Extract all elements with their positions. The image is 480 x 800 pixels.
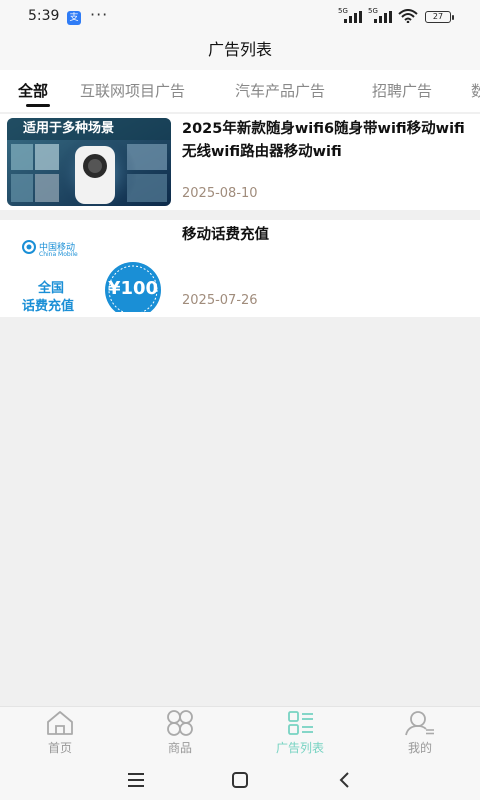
page-title: 广告列表 bbox=[207, 40, 272, 59]
ad-image-caption: 适用于多种场景 bbox=[7, 118, 171, 140]
grid-icon bbox=[167, 710, 193, 736]
home-square-icon[interactable] bbox=[225, 768, 255, 792]
ad-image: 中国移动 China Mobile 全国 话费充值 ¥100 bbox=[7, 224, 171, 312]
wifi-icon bbox=[398, 9, 418, 23]
tab-internet-projects[interactable]: 互联网项目广告 bbox=[80, 80, 185, 101]
tab-car-products[interactable]: 汽车产品广告 bbox=[235, 80, 325, 101]
nav-mine[interactable]: 我的 bbox=[380, 709, 460, 756]
promo-amount: ¥100 bbox=[107, 278, 159, 299]
ad-image: 适用于多种场景 bbox=[7, 118, 171, 206]
tab-recruitment[interactable]: 招聘广告 bbox=[372, 80, 432, 101]
nav-products[interactable]: 商品 bbox=[140, 709, 220, 756]
category-tabs: 全部 互联网项目广告 汽车产品广告 招聘广告 数 bbox=[0, 70, 480, 112]
promo-line2: 话费充值 bbox=[22, 299, 75, 312]
nav-products-label: 商品 bbox=[167, 741, 192, 755]
tab-all[interactable]: 全部 bbox=[18, 80, 48, 101]
status-time: 5:39 bbox=[28, 8, 60, 24]
tab-more[interactable]: 数 bbox=[471, 80, 480, 101]
ad-date: 2025-07-26 bbox=[182, 293, 258, 308]
system-nav-bar bbox=[0, 760, 480, 800]
tab-indicator bbox=[26, 104, 50, 107]
nav-ad-list[interactable]: 广告列表 bbox=[260, 709, 340, 756]
ad-date: 2025-08-10 bbox=[182, 186, 258, 201]
battery-icon: 27 bbox=[425, 11, 454, 23]
promo-line1: 全国 bbox=[38, 281, 65, 296]
alipay-notification-icon: 支 bbox=[67, 11, 81, 25]
more-notifications-icon: ··· bbox=[90, 5, 109, 24]
title-bar: 广告列表 bbox=[0, 34, 480, 70]
ad-title: 移动话费充值 bbox=[182, 227, 269, 243]
nav-mine-label: 我的 bbox=[407, 741, 432, 755]
nav-home[interactable]: 首页 bbox=[20, 709, 100, 756]
back-icon[interactable] bbox=[330, 768, 360, 792]
bottom-nav: 首页 商品 广告列表 我的 bbox=[0, 706, 480, 760]
status-bar: 5:39 支 ··· 5G 5G 27 bbox=[0, 0, 480, 34]
ad-card[interactable]: 适用于多种场景 2025年新款随身wifi6随身带wifi移动wifi无线wif… bbox=[0, 114, 480, 210]
menu-icon[interactable] bbox=[121, 768, 151, 792]
ad-title: 2025年新款随身wifi6随身带wifi移动wifi无线wifi路由器移动wi… bbox=[182, 121, 465, 160]
china-mobile-logo-subtext: China Mobile bbox=[39, 251, 78, 258]
nav-home-label: 首页 bbox=[47, 741, 72, 755]
home-icon bbox=[47, 711, 73, 735]
list-icon bbox=[288, 711, 313, 735]
user-icon bbox=[405, 711, 434, 736]
ad-card[interactable]: 中国移动 China Mobile 全国 话费充值 ¥100 移动话费充值 20… bbox=[0, 220, 480, 317]
nav-ad-list-label: 广告列表 bbox=[275, 741, 324, 755]
